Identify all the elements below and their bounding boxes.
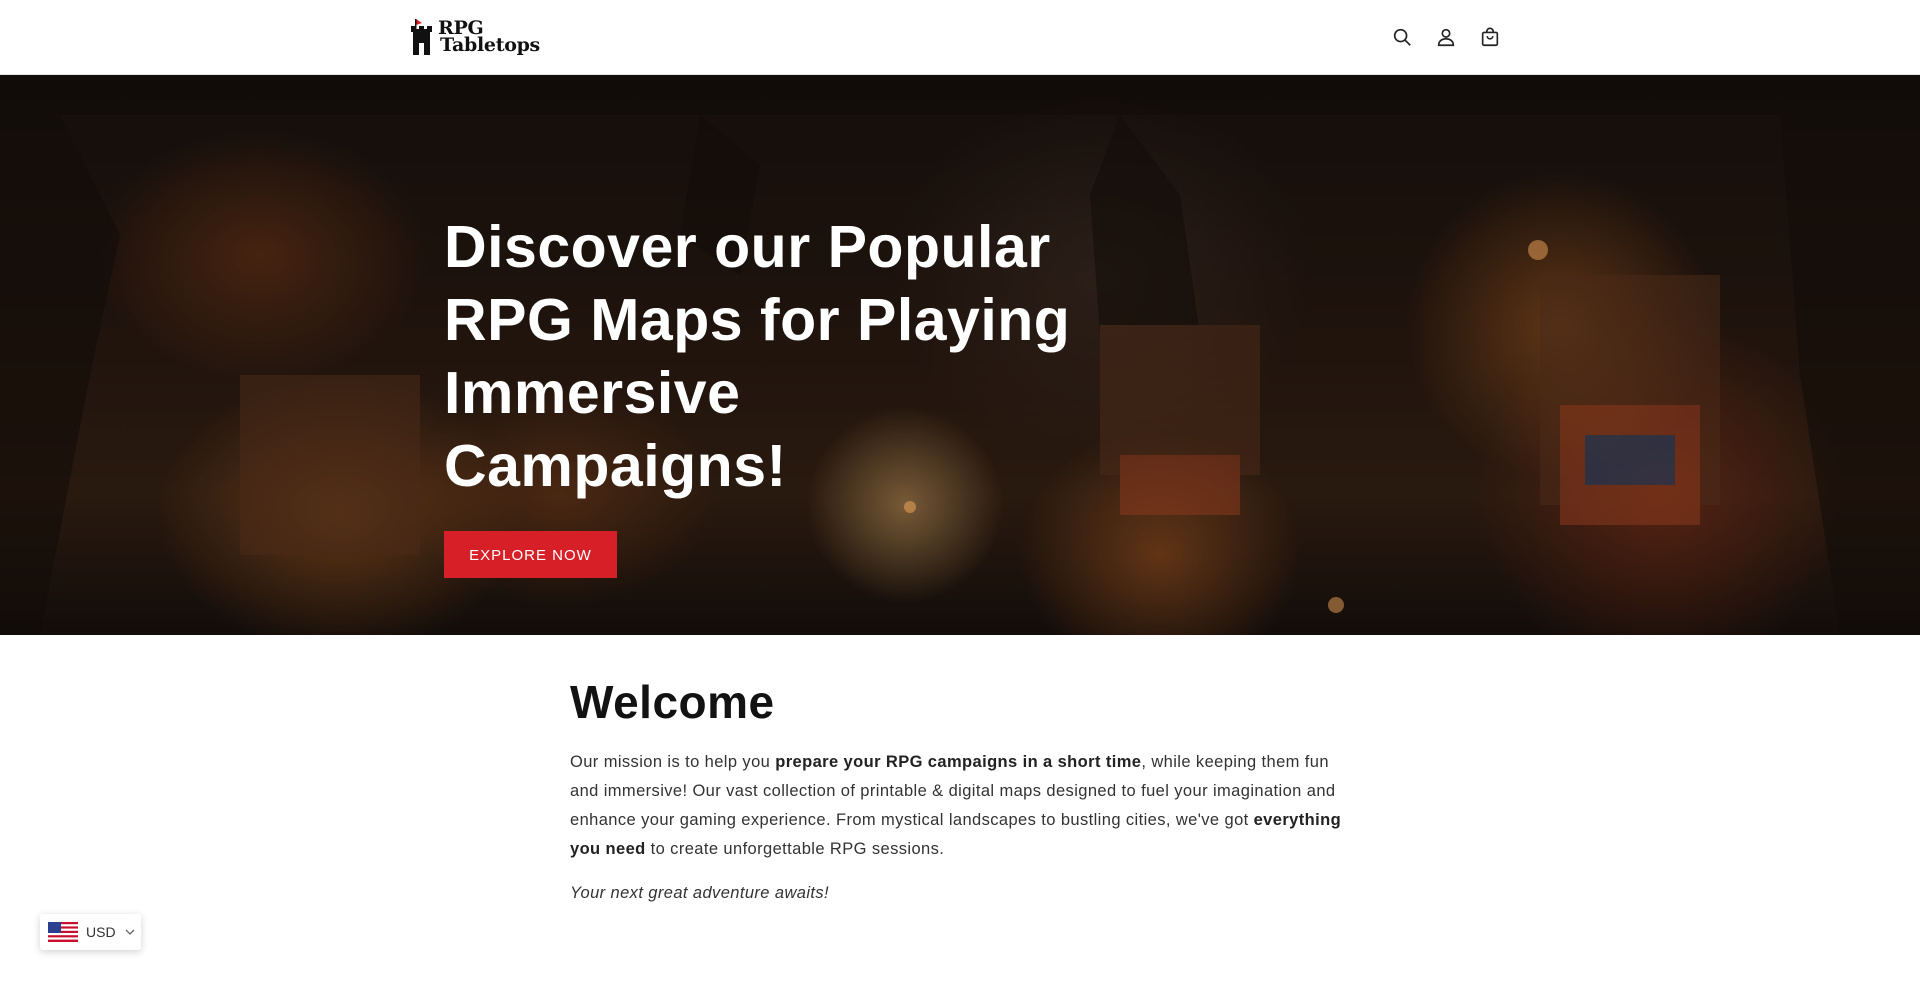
welcome-section: Welcome Our mission is to help you prepa… [570,672,1350,908]
account-icon [1437,28,1455,47]
mission-paragraph: Our mission is to help you prepare your … [570,748,1350,864]
hero-title: Discover our Popular RPG Maps for Playin… [444,214,1071,499]
cart-icon [1481,27,1499,47]
logo-wordmark: RPG Tabletops [438,19,540,56]
us-flag-icon [48,922,78,942]
logo-line-2: Tabletops [440,34,540,56]
chevron-down-icon [125,929,135,935]
castle-logo-icon [411,19,432,55]
site-header: RPG Tabletops [0,0,1920,75]
mission-bold-1: prepare your RPG campaigns in a short ti… [775,753,1142,771]
account-button[interactable] [1432,20,1460,54]
tagline: Your next great adventure awaits! [570,884,830,902]
hero-content: Discover our Popular RPG Maps for Playin… [444,211,1084,578]
cart-button[interactable] [1476,20,1504,54]
search-icon [1393,28,1411,46]
welcome-heading: Welcome [570,676,775,728]
currency-code: USD [86,924,116,940]
explore-now-button[interactable]: EXPLORE NOW [444,531,617,578]
header-actions [1388,20,1504,54]
search-button[interactable] [1388,20,1416,54]
mission-text-3: to create unforgettable RPG sessions. [645,840,945,858]
mission-text-1: Our mission is to help you [570,753,776,771]
currency-selector[interactable]: USD [40,914,141,950]
hero-banner: Discover our Popular RPG Maps for Playin… [0,75,1920,635]
site-logo[interactable]: RPG Tabletops [410,15,540,59]
